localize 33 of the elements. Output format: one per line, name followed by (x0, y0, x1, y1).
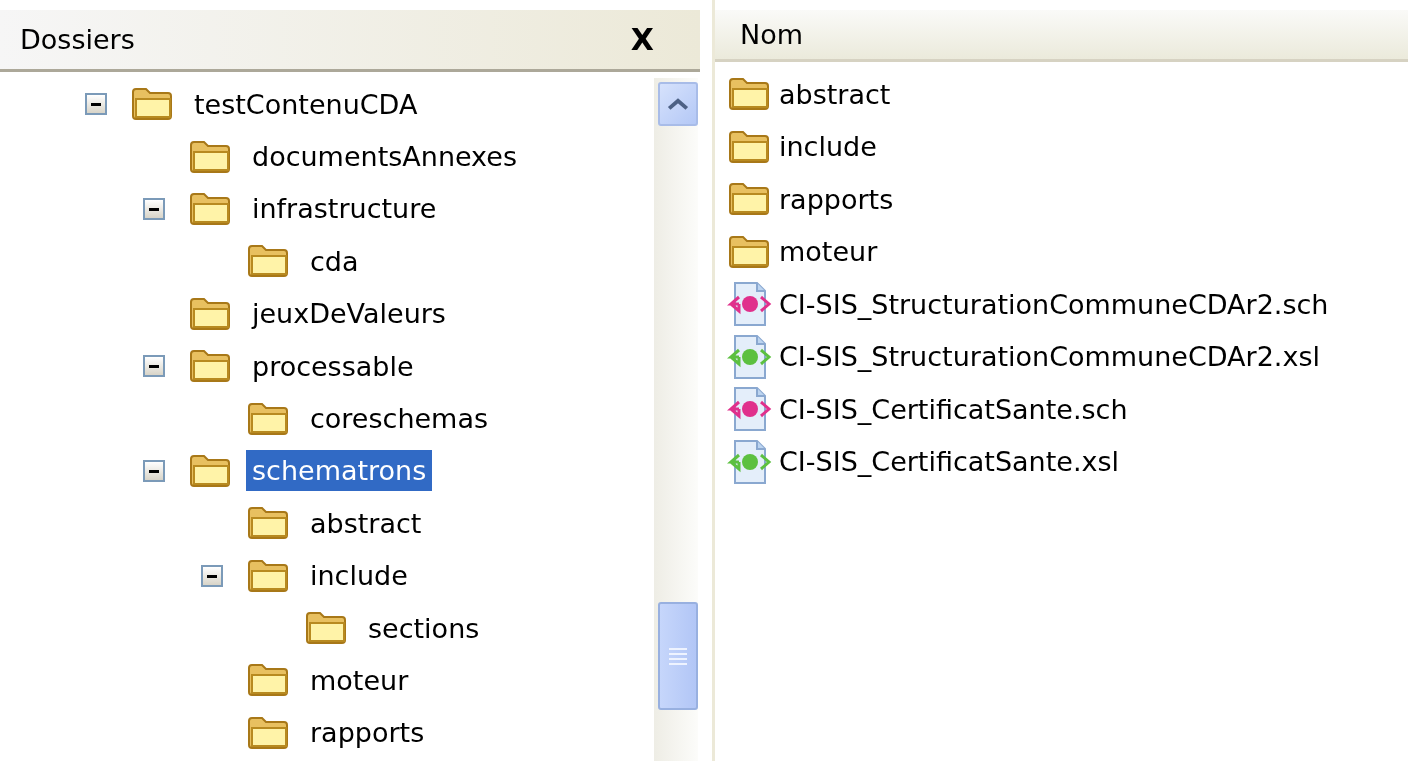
file-list-item[interactable]: CI-SIS_StructurationCommuneCDAr2.sch (779, 288, 1329, 320)
scroll-up-button[interactable] (658, 82, 698, 126)
file-list-item[interactable]: CI-SIS_CertificatSante.sch (779, 393, 1128, 425)
file-list-item[interactable]: include (779, 131, 877, 163)
folder-tree-item[interactable]: jeuxDeValeurs (246, 293, 452, 335)
chevron-up-icon (667, 97, 689, 111)
file-list-item[interactable]: abstract (779, 78, 891, 110)
folder-tree-item[interactable]: coreschemas (304, 398, 495, 440)
collapse-toggle[interactable] (143, 197, 165, 220)
folder-tree-item[interactable]: processable (246, 345, 420, 387)
file-list-item[interactable]: CI-SIS_StructurationCommuneCDAr2.xsl (779, 341, 1320, 373)
file-list-item[interactable]: rapports (779, 183, 894, 215)
file-list-item[interactable]: CI-SIS_CertificatSante.xsl (779, 446, 1120, 478)
folder-tree-item[interactable]: abstract (304, 502, 428, 544)
folder-tree-item[interactable]: include (304, 555, 414, 597)
close-button[interactable]: X (626, 22, 658, 57)
collapse-toggle[interactable] (85, 93, 107, 116)
file-list-item[interactable]: moteur (779, 236, 878, 268)
folder-tree-item[interactable]: rapports (304, 712, 431, 754)
folder-tree-item[interactable]: cda (304, 240, 365, 282)
folder-tree-item[interactable]: documentsAnnexes (246, 136, 523, 178)
collapse-toggle[interactable] (143, 355, 165, 378)
collapse-toggle[interactable] (201, 564, 223, 587)
collapse-toggle[interactable] (143, 459, 165, 482)
scroll-thumb[interactable] (658, 602, 698, 710)
folder-tree-item[interactable]: infrastructure (246, 188, 443, 230)
folder-tree-item[interactable]: schematrons (246, 450, 433, 492)
pane-title: Dossiers (20, 24, 135, 55)
vertical-scrollbar[interactable] (654, 78, 698, 761)
folder-tree-item[interactable]: sections (362, 607, 486, 649)
folder-tree-item[interactable]: moteur (304, 660, 415, 701)
column-header[interactable]: Nom (715, 10, 1408, 62)
folder-tree-item[interactable]: testContenuCDA (188, 83, 424, 125)
